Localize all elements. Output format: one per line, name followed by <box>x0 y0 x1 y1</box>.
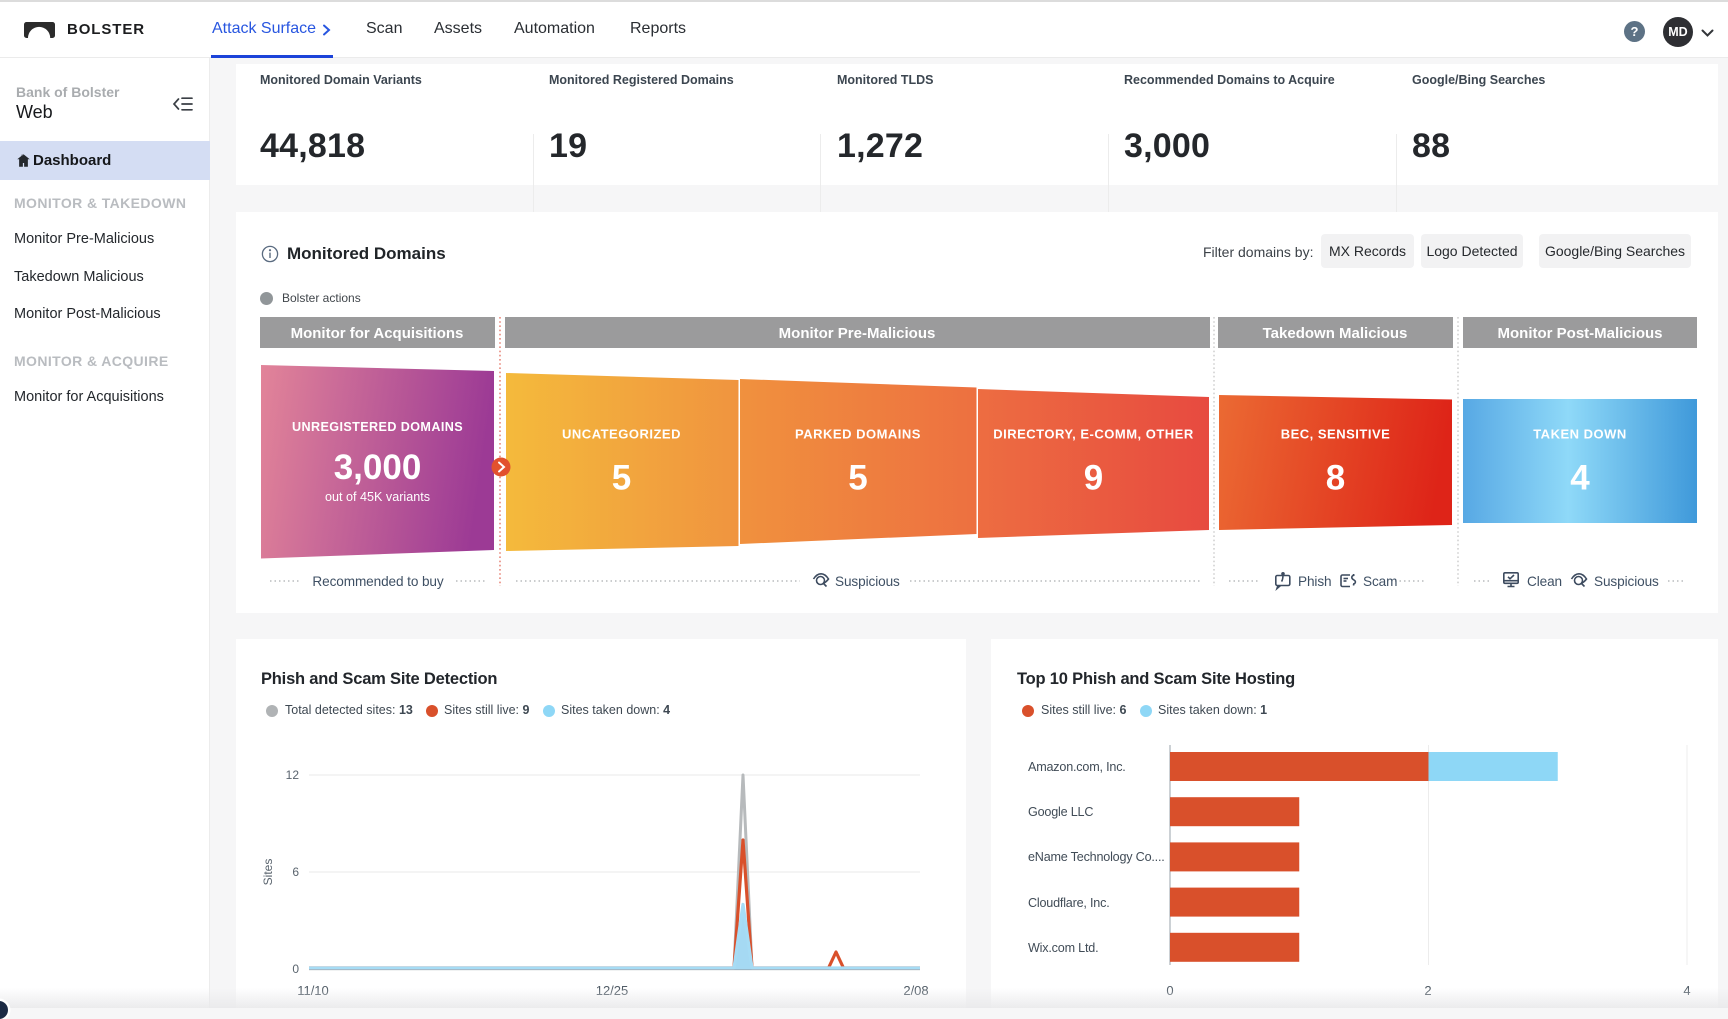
svg-text:eName Technology Co....: eName Technology Co.... <box>1028 850 1165 864</box>
svg-text:Clean: Clean <box>1527 574 1562 589</box>
svg-text:Google LLC: Google LLC <box>1028 805 1093 819</box>
svg-text:Phish: Phish <box>1298 574 1332 589</box>
svg-text:Monitor Post-Malicious: Monitor Post-Malicious <box>1498 325 1663 342</box>
svg-text:6: 6 <box>292 865 299 879</box>
svg-text:Cloudflare, Inc.: Cloudflare, Inc. <box>1028 896 1110 910</box>
svg-text:Monitor Pre-Malicious: Monitor Pre-Malicious <box>779 325 936 342</box>
svg-text:2/08: 2/08 <box>903 983 928 998</box>
svg-text:UNCATEGORIZED: UNCATEGORIZED <box>562 427 681 442</box>
svg-text:9: 9 <box>1084 459 1103 498</box>
svg-text:DIRECTORY, E-COMM, OTHER: DIRECTORY, E-COMM, OTHER <box>993 427 1194 442</box>
svg-text:Suspicious: Suspicious <box>835 574 900 589</box>
svg-text:Scam: Scam <box>1363 574 1397 589</box>
svg-text:Amazon.com, Inc.: Amazon.com, Inc. <box>1028 760 1126 774</box>
svg-text:5: 5 <box>848 459 867 498</box>
svg-text:0: 0 <box>1166 983 1173 998</box>
svg-text:4: 4 <box>1683 983 1690 998</box>
svg-text:Sites: Sites <box>261 859 275 886</box>
svg-text:12: 12 <box>286 768 300 782</box>
svg-text:2: 2 <box>1424 983 1431 998</box>
svg-text:UNREGISTERED DOMAINS: UNREGISTERED DOMAINS <box>292 420 463 434</box>
svg-text:4: 4 <box>1570 459 1590 498</box>
svg-text:PARKED DOMAINS: PARKED DOMAINS <box>795 427 921 442</box>
svg-text:11/10: 11/10 <box>297 983 329 998</box>
svg-text:5: 5 <box>612 459 631 498</box>
svg-text:Recommended to buy: Recommended to buy <box>312 574 443 589</box>
svg-text:8: 8 <box>1326 459 1345 498</box>
svg-text:Wix.com Ltd.: Wix.com Ltd. <box>1028 941 1098 955</box>
svg-text:Monitor for Acquisitions: Monitor for Acquisitions <box>291 325 464 342</box>
svg-text:3,000: 3,000 <box>334 448 422 487</box>
svg-text:out of 45K variants: out of 45K variants <box>325 490 430 504</box>
svg-text:0: 0 <box>292 962 299 976</box>
svg-text:12/25: 12/25 <box>596 983 629 998</box>
svg-text:TAKEN DOWN: TAKEN DOWN <box>1533 427 1627 442</box>
svg-text:Suspicious: Suspicious <box>1594 574 1659 589</box>
svg-text:Takedown Malicious: Takedown Malicious <box>1263 325 1408 342</box>
svg-text:BEC, SENSITIVE: BEC, SENSITIVE <box>1281 427 1391 442</box>
